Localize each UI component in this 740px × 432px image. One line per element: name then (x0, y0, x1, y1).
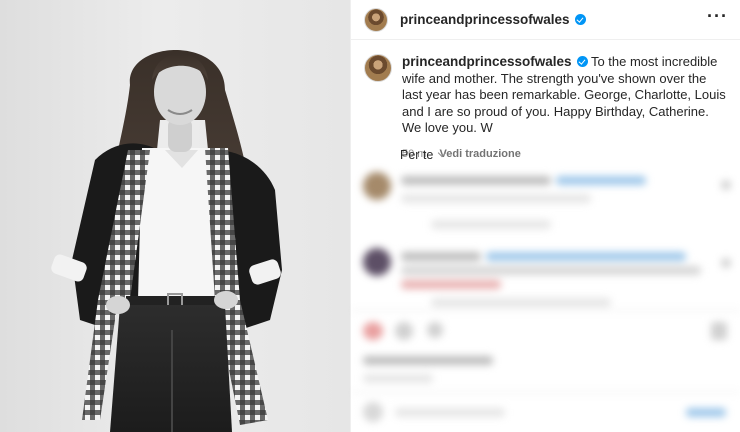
input-divider (351, 392, 740, 393)
likes-count (363, 356, 493, 365)
actions-divider (351, 310, 740, 311)
emoji-icon (363, 402, 383, 422)
author-avatar[interactable] (364, 7, 388, 32)
verified-badge-icon (576, 56, 588, 67)
comment-input (395, 408, 505, 417)
more-options-icon[interactable]: ··· (707, 7, 728, 29)
post-date (363, 374, 433, 383)
comment-like-icon (721, 180, 731, 190)
caption-author-username[interactable]: princeandprincessofwales (402, 54, 572, 69)
post-photo[interactable] (0, 0, 350, 432)
share-icon (427, 322, 443, 338)
post-side-panel: princeandprincessofwales ··· princeandpr… (350, 0, 740, 432)
comment-line (401, 280, 501, 289)
post-header: princeandprincessofwales ··· (351, 0, 740, 40)
comment-line (431, 220, 551, 229)
comment-line (401, 176, 551, 185)
comment-avatar (363, 172, 391, 200)
comment-line (401, 252, 481, 261)
comment-line (486, 252, 686, 261)
caption-author-avatar[interactable] (364, 54, 392, 82)
like-icon (363, 322, 383, 340)
comment-line (401, 194, 591, 203)
verified-badge-icon (574, 14, 586, 25)
translate-link[interactable]: Vedi traduzione (440, 148, 521, 160)
comment-avatar (363, 248, 391, 276)
comment-line (431, 298, 611, 307)
comment-like-icon (721, 258, 731, 268)
blurred-comments-area (351, 160, 740, 432)
portrait-image (51, 50, 282, 432)
comment-icon (395, 322, 413, 340)
chevron-down-icon (438, 148, 447, 158)
author-username[interactable]: princeandprincessofwales (400, 12, 570, 27)
comment-line (556, 176, 646, 185)
post-caption: princeandprincessofwales To the most inc… (351, 40, 740, 162)
comment-line (401, 266, 701, 275)
post-button (686, 408, 726, 417)
save-icon (711, 322, 727, 340)
